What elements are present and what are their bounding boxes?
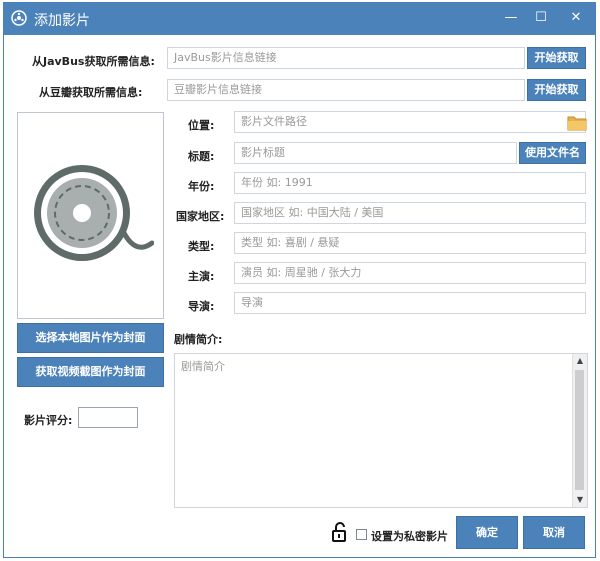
synopsis-scrollbar[interactable]: ▲ ▼ (572, 354, 587, 507)
use-filename-button[interactable]: 使用文件名 (519, 142, 586, 164)
rating-label: 影片评分: (24, 414, 73, 427)
scroll-thumb[interactable] (575, 370, 584, 490)
javbus-fetch-button[interactable]: 开始获取 (527, 47, 586, 69)
scroll-down-arrow-icon[interactable]: ▼ (573, 493, 587, 507)
cancel-button[interactable]: 取消 (523, 516, 585, 549)
cast-input[interactable]: 演员 如: 周星驰 / 张大力 (234, 262, 586, 284)
ok-button[interactable]: 确定 (456, 516, 518, 549)
title-bar[interactable]: 添加影片 — ☐ ✕ (4, 3, 595, 35)
region-label: 国家地区: (176, 210, 225, 223)
local-cover-button[interactable]: 选择本地图片作为封面 (17, 323, 164, 353)
poster-preview[interactable] (17, 112, 164, 319)
director-input[interactable]: 导演 (234, 292, 586, 314)
title-input[interactable]: 影片标题 (234, 142, 517, 164)
javbus-label: 从JavBus获取所需信息: (32, 55, 155, 68)
title-label: 标题: (188, 150, 215, 163)
synopsis-label: 剧情简介: (174, 333, 223, 346)
cast-label: 主演: (188, 270, 215, 283)
genre-label: 类型: (188, 240, 215, 253)
location-input[interactable]: 影片文件路径 (234, 111, 586, 133)
video-cover-button[interactable]: 获取视频截图作为封面 (17, 357, 164, 387)
add-movie-dialog: 添加影片 — ☐ ✕ 从JavBus获取所需信息: JavBus影片信息链接 开… (3, 2, 596, 558)
year-label: 年份: (188, 180, 215, 193)
minimize-button[interactable]: — (499, 7, 523, 29)
location-label: 位置: (188, 119, 215, 132)
rating-input[interactable] (78, 407, 138, 428)
douban-fetch-button[interactable]: 开始获取 (527, 79, 586, 101)
folder-icon[interactable] (567, 114, 587, 132)
film-reel-icon (34, 165, 154, 261)
window-title: 添加影片 (34, 13, 90, 29)
douban-label: 从豆瓣获取所需信息: (39, 86, 143, 99)
synopsis-placeholder: 剧情简介 (181, 360, 225, 373)
year-input[interactable]: 年份 如: 1991 (234, 172, 586, 194)
maximize-button[interactable]: ☐ (529, 7, 553, 29)
private-checkbox[interactable] (356, 529, 367, 540)
private-label[interactable]: 设置为私密影片 (371, 528, 448, 544)
scroll-up-arrow-icon[interactable]: ▲ (573, 354, 587, 368)
director-label: 导演: (188, 300, 215, 313)
douban-url-input[interactable]: 豆瓣影片信息链接 (167, 79, 525, 101)
javbus-url-input[interactable]: JavBus影片信息链接 (167, 47, 525, 69)
app-icon (11, 10, 27, 26)
unlock-icon (332, 522, 346, 542)
synopsis-textarea[interactable]: 剧情简介 ▲ ▼ (174, 353, 588, 508)
close-button[interactable]: ✕ (561, 7, 591, 29)
region-input[interactable]: 国家地区 如: 中国大陆 / 美国 (234, 202, 586, 224)
genre-input[interactable]: 类型 如: 喜剧 / 悬疑 (234, 232, 586, 254)
